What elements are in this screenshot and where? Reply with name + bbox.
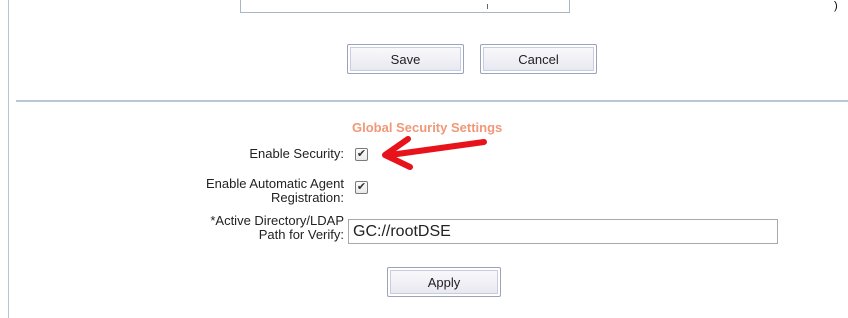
- corner-mark: ): [834, 0, 838, 12]
- cancel-button[interactable]: Cancel: [480, 44, 597, 74]
- apply-button[interactable]: Apply: [387, 267, 501, 297]
- save-button[interactable]: Save: [347, 44, 464, 74]
- ldap-path-input[interactable]: [348, 219, 778, 244]
- top-text-field[interactable]: [240, 0, 570, 13]
- checkmark-icon: ✔: [356, 181, 367, 193]
- cancel-button-label: Cancel: [518, 51, 559, 67]
- section-title: Global Security Settings: [352, 120, 503, 135]
- ldap-path-label-line1: *Active Directory/LDAP: [210, 213, 344, 228]
- enable-auto-registration-label: Enable Automatic Agent Registration:: [150, 177, 344, 205]
- section-divider: [16, 100, 848, 102]
- checkmark-icon: ✔: [356, 148, 367, 160]
- red-arrow-annotation-icon: [382, 136, 487, 170]
- top-field-comma: [487, 4, 488, 9]
- save-button-label: Save: [390, 51, 421, 67]
- ldap-path-label-line2: Path for Verify:: [258, 227, 344, 242]
- apply-button-label: Apply: [427, 274, 461, 290]
- enable-security-checkbox[interactable]: ✔: [355, 148, 368, 161]
- enable-auto-registration-checkbox[interactable]: ✔: [355, 181, 368, 194]
- enable-auto-registration-label-line1: Enable Automatic Agent: [205, 176, 344, 191]
- ldap-path-label: *Active Directory/LDAP Path for Verify:: [150, 214, 344, 242]
- left-border: [8, 0, 9, 318]
- enable-security-label: Enable Security:: [249, 146, 344, 161]
- enable-auto-registration-label-line2: Registration:: [271, 190, 344, 205]
